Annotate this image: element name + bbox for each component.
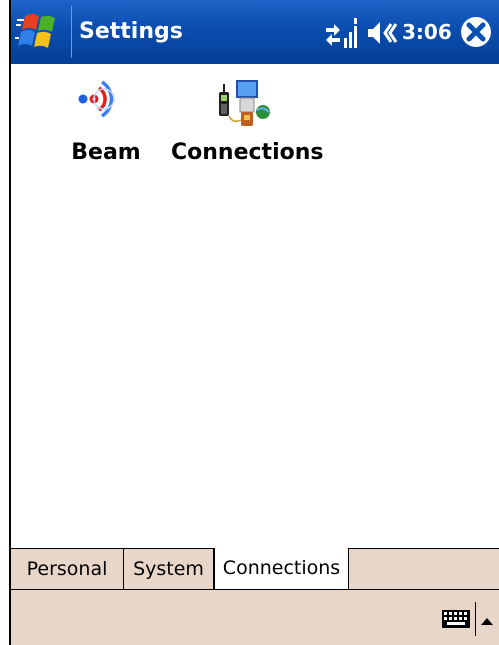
connections-icon (219, 80, 270, 126)
title-bar: Settings 3:06 (11, 0, 499, 64)
beam-item[interactable]: Beam (51, 72, 161, 165)
tab-personal[interactable]: Personal (11, 549, 124, 590)
tab-strip: Personal System Connections (11, 548, 499, 590)
beam-label: Beam (71, 140, 141, 165)
start-button[interactable] (15, 8, 65, 56)
connections-label: Connections (171, 140, 324, 165)
volume-icon[interactable] (366, 18, 398, 48)
connections-item[interactable]: Connections (171, 72, 324, 165)
menu-separator (475, 602, 476, 636)
chevron-up-icon (481, 618, 493, 625)
settings-screen: Settings 3:06 Beam Connections Personal … (9, 0, 499, 645)
clock[interactable]: 3:06 (402, 18, 452, 46)
menu-bar (11, 590, 499, 645)
beam-icon (78, 80, 115, 118)
input-panel-button[interactable] (441, 608, 471, 630)
connectivity-icon[interactable] (324, 16, 360, 50)
input-method-arrow[interactable] (479, 612, 495, 625)
window-title: Settings (79, 19, 183, 44)
tab-system[interactable]: System (124, 549, 214, 590)
windows-flag-icon (15, 14, 55, 48)
settings-content: Beam Connections (11, 64, 499, 548)
close-button[interactable] (459, 15, 493, 49)
keyboard-icon (442, 610, 470, 628)
title-separator (71, 6, 72, 58)
tab-connections[interactable]: Connections (214, 548, 349, 590)
close-icon (461, 17, 491, 47)
